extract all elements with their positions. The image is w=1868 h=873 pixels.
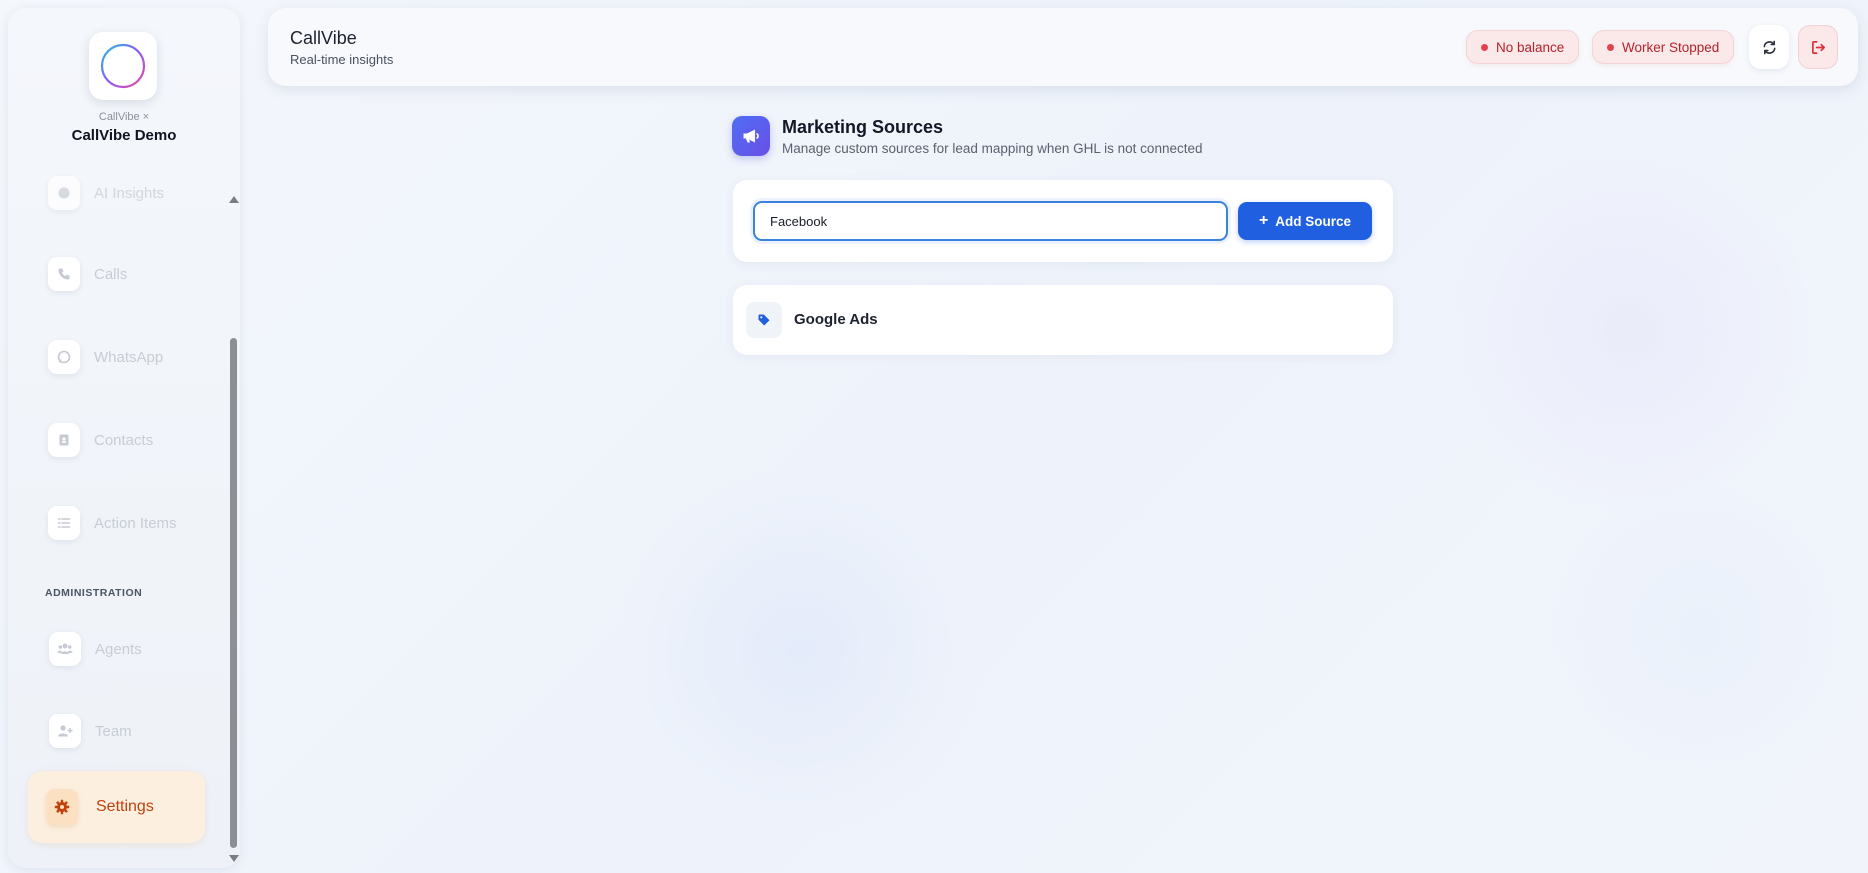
sidebar-item-whatsapp[interactable]: WhatsApp — [48, 337, 163, 377]
status-badge-no-balance[interactable]: No balance — [1466, 30, 1580, 64]
megaphone-icon — [743, 129, 759, 143]
source-name: Google Ads — [794, 311, 878, 328]
sidebar-item-label: Agents — [95, 640, 142, 658]
sidebar-item-action-items[interactable]: Action Items — [48, 503, 177, 543]
gear-icon — [46, 789, 78, 825]
sidebar-item-settings[interactable]: Settings — [28, 771, 205, 843]
sidebar-item-contacts[interactable]: Contacts — [48, 420, 153, 460]
insights-icon — [48, 176, 80, 210]
scroll-down-arrow-icon[interactable] — [229, 855, 239, 862]
status-dot-icon — [1481, 43, 1488, 51]
logout-button[interactable] — [1798, 25, 1838, 69]
add-source-button[interactable]: + Add Source — [1238, 202, 1372, 240]
whatsapp-icon — [48, 340, 80, 374]
brand-subtitle: CallVibe × — [98, 111, 150, 123]
brand: CallVibe × CallVibe Demo — [8, 8, 240, 148]
status-badge-label: No balance — [1496, 39, 1565, 55]
status-badge-label: Worker Stopped — [1622, 39, 1720, 55]
sign-out-icon — [1811, 40, 1825, 54]
users-icon — [49, 632, 81, 666]
page-subtitle: Manage custom sources for lead mapping w… — [782, 141, 1203, 156]
app-logo[interactable] — [89, 32, 157, 100]
refresh-icon — [1763, 40, 1775, 54]
sidebar-item-ai-insights[interactable]: AI Insights — [48, 173, 164, 213]
sidebar-item-label: Contacts — [94, 431, 154, 449]
background-blob — [610, 470, 990, 830]
status-badge-worker[interactable]: Worker Stopped — [1592, 30, 1735, 64]
sidebar-item-label: Action Items — [94, 514, 177, 532]
list-item[interactable]: Google Ads — [733, 285, 1393, 355]
tag-icon — [746, 302, 782, 338]
background-blob — [1440, 150, 1820, 510]
contact-book-icon — [48, 423, 80, 457]
add-source-card: + Add Source — [733, 180, 1393, 262]
sidebar-item-label: WhatsApp — [94, 348, 164, 366]
sidebar-item-team[interactable]: Team — [49, 711, 132, 751]
sidebar-item-label: AI Insights — [94, 184, 165, 202]
top-header: CallVibe Real-time insights No balance W… — [268, 8, 1858, 86]
page-icon — [732, 116, 770, 156]
sidebar-item-label: Calls — [94, 265, 128, 283]
sidebar-item-label: Team — [95, 722, 132, 740]
scroll-up-arrow-icon[interactable] — [229, 196, 239, 203]
list-icon — [48, 506, 80, 540]
sidebar-item-agents[interactable]: Agents — [49, 629, 142, 669]
page-title: Marketing Sources — [782, 117, 944, 137]
sidebar: CallVibe × CallVibe Demo AI Insights Cal… — [8, 8, 240, 868]
app-title: CallVibe — [290, 28, 357, 48]
sidebar-scrollbar[interactable] — [227, 190, 240, 866]
section-label-administration: ADMINISTRATION — [45, 587, 143, 599]
user-plus-icon — [49, 714, 81, 748]
workspace-name: CallVibe Demo — [71, 127, 177, 144]
scroll-thumb[interactable] — [230, 338, 237, 848]
refresh-button[interactable] — [1749, 25, 1789, 69]
background-blob — [1540, 480, 1860, 780]
source-name-input[interactable] — [753, 201, 1228, 241]
sidebar-item-calls[interactable]: Calls — [48, 254, 127, 294]
plus-icon: + — [1258, 212, 1269, 229]
soundwave-logo-icon — [100, 43, 146, 89]
add-source-label: Add Source — [1275, 213, 1352, 229]
sidebar-item-label: Settings — [96, 798, 154, 815]
phone-icon — [48, 257, 80, 291]
app-subtitle: Real-time insights — [290, 52, 394, 67]
status-dot-icon — [1607, 43, 1614, 51]
